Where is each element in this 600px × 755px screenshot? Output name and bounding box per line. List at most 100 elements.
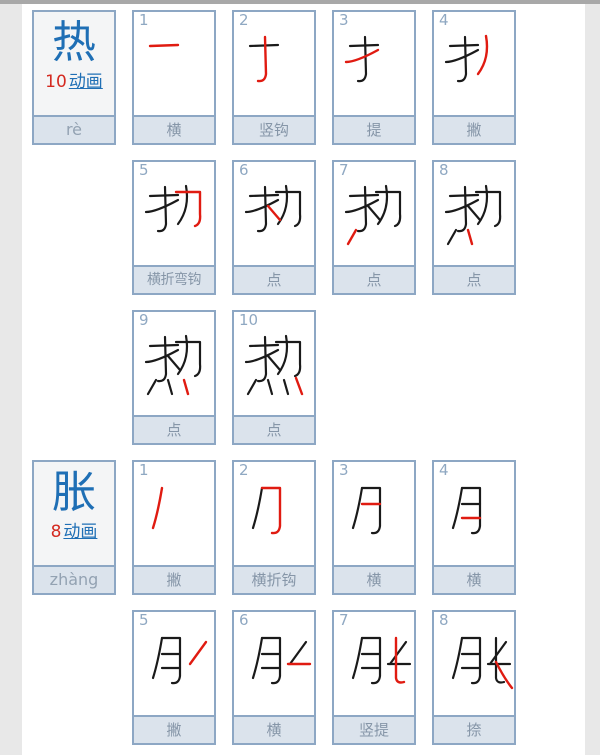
completed-stroke: [466, 204, 482, 222]
stroke-step-card[interactable]: 8捺: [432, 610, 516, 745]
completed-stroke: [451, 636, 464, 680]
completed-stroke: [144, 198, 180, 214]
stroke-step-art: 2: [234, 462, 314, 567]
animation-link[interactable]: 动画: [63, 522, 97, 542]
stroke-step-card[interactable]: 2 横折钩: [232, 460, 316, 595]
stroke-step-number: 1: [139, 11, 149, 29]
stroke-step-label: 横: [334, 565, 414, 593]
stroke-step-card[interactable]: 5 横折弯钩: [132, 160, 216, 295]
stroke-step-label: 竖钩: [234, 115, 314, 143]
completed-stroke: [448, 43, 480, 48]
completed-stroke: [248, 43, 280, 48]
completed-stroke: [460, 636, 482, 685]
completed-stroke: [451, 486, 464, 530]
stroke-step-card[interactable]: 6点: [232, 160, 316, 295]
active-stroke: [260, 486, 282, 535]
stroke-step-art: 5: [134, 162, 214, 267]
stroke-step-card[interactable]: 8点: [432, 160, 516, 295]
stroke-step-card[interactable]: 1撇: [132, 460, 216, 595]
pinyin-label: zhàng: [34, 565, 114, 593]
stroke-step-card[interactable]: 5撇: [132, 610, 216, 745]
animation-link[interactable]: 动画: [69, 72, 103, 92]
stroke-step-number: 7: [339, 161, 349, 179]
stroke-step-card[interactable]: 7 竖提: [332, 610, 416, 745]
active-stroke: [344, 48, 380, 64]
stroke-step-number: 1: [139, 461, 149, 479]
active-stroke: [466, 228, 474, 246]
stroke-step-label: 横: [234, 715, 314, 743]
stroke-step-number: 3: [339, 11, 349, 29]
stroke-step-number: 4: [439, 11, 449, 29]
stroke-step-card[interactable]: 2 竖钩: [232, 10, 316, 145]
completed-stroke: [444, 198, 480, 214]
stroke-step-label: 撇: [434, 115, 514, 143]
character-meta: 8 动画: [34, 522, 114, 542]
completed-stroke: [244, 198, 280, 214]
completed-stroke: [251, 486, 264, 530]
stroke-step-art: 2: [234, 12, 314, 117]
completed-stroke: [366, 204, 382, 222]
completed-stroke: [448, 193, 480, 198]
stroke-step-card[interactable]: 1横: [132, 10, 216, 145]
stroke-step-art: 6: [234, 612, 314, 717]
completed-stroke: [266, 378, 274, 396]
stroke-step-number: 10: [239, 311, 259, 329]
stroke-step-card[interactable]: 4横: [432, 460, 516, 595]
stroke-step-card[interactable]: 6横: [232, 610, 316, 745]
stroke-step-label: 撇: [134, 715, 214, 743]
completed-stroke: [166, 354, 182, 372]
stroke-step-art: 7: [334, 612, 414, 717]
completed-stroke: [146, 378, 158, 396]
character-meta: 10 动画: [34, 72, 114, 92]
stroke-step-card[interactable]: 4撇: [432, 10, 516, 145]
stroke-step-label: 横折钩: [234, 565, 314, 593]
character-head-card[interactable]: 胀 8 动画 zhàng: [32, 460, 116, 595]
stroke-step-card[interactable]: 3横: [332, 460, 416, 595]
stroke-step-art: 6: [234, 162, 314, 267]
page-root: 热 10 动画 rè 1 横 2 竖钩 3 提 4 撇 5 横折弯钩 6 点 7 点 8 点 9 点 10 点胀 8 动画 zhàn…: [0, 0, 600, 755]
content-area: 热 10 动画 rè 1 横 2 竖钩 3 提 4 撇 5 横折弯钩 6 点 7 点 8 点 9 点 10 点胀 8 动画 zhàn…: [22, 4, 585, 755]
completed-stroke: [244, 348, 280, 364]
stroke-step-label: 竖提: [334, 715, 414, 743]
active-stroke: [346, 228, 358, 246]
completed-stroke: [148, 343, 180, 348]
completed-stroke: [351, 636, 364, 680]
active-stroke: [294, 376, 304, 396]
stroke-step-art: 9: [134, 312, 214, 417]
completed-stroke: [360, 486, 382, 535]
completed-stroke: [348, 43, 380, 48]
stroke-step-art: 3: [334, 12, 414, 117]
stroke-step-card[interactable]: 10 点: [232, 310, 316, 445]
stroke-step-card[interactable]: 7点: [332, 160, 416, 295]
completed-stroke: [248, 193, 280, 198]
stroke-step-label: 点: [234, 415, 314, 443]
stroke-step-label: 点: [234, 265, 314, 293]
stroke-step-number: 8: [439, 161, 449, 179]
pinyin-label: rè: [34, 115, 114, 143]
character-head-card[interactable]: 热 10 动画 rè: [32, 10, 116, 145]
completed-stroke: [248, 343, 280, 348]
stroke-step-label: 撇: [134, 565, 214, 593]
stroke-step-art: 8: [434, 162, 514, 267]
completed-stroke: [444, 48, 480, 64]
completed-stroke: [351, 486, 364, 530]
stroke-step-number: 5: [139, 611, 149, 629]
stroke-step-art: 5: [134, 612, 214, 717]
stroke-step-card[interactable]: 9点: [132, 310, 216, 445]
character-glyph: 胀: [52, 467, 96, 518]
stroke-step-label: 点: [134, 415, 214, 443]
active-stroke: [256, 35, 268, 83]
completed-stroke: [288, 640, 308, 666]
stroke-step-label: 横: [134, 115, 214, 143]
completed-stroke: [388, 640, 408, 666]
stroke-step-number: 8: [439, 611, 449, 629]
completed-stroke: [446, 228, 458, 246]
stroke-step-card[interactable]: 3提: [332, 10, 416, 145]
stroke-step-label: 横: [434, 565, 514, 593]
stroke-step-art: 8: [434, 612, 514, 717]
completed-stroke: [260, 636, 282, 685]
completed-stroke: [246, 378, 258, 396]
completed-stroke: [166, 378, 174, 396]
completed-stroke: [251, 636, 264, 680]
stroke-step-art: 4: [434, 12, 514, 117]
